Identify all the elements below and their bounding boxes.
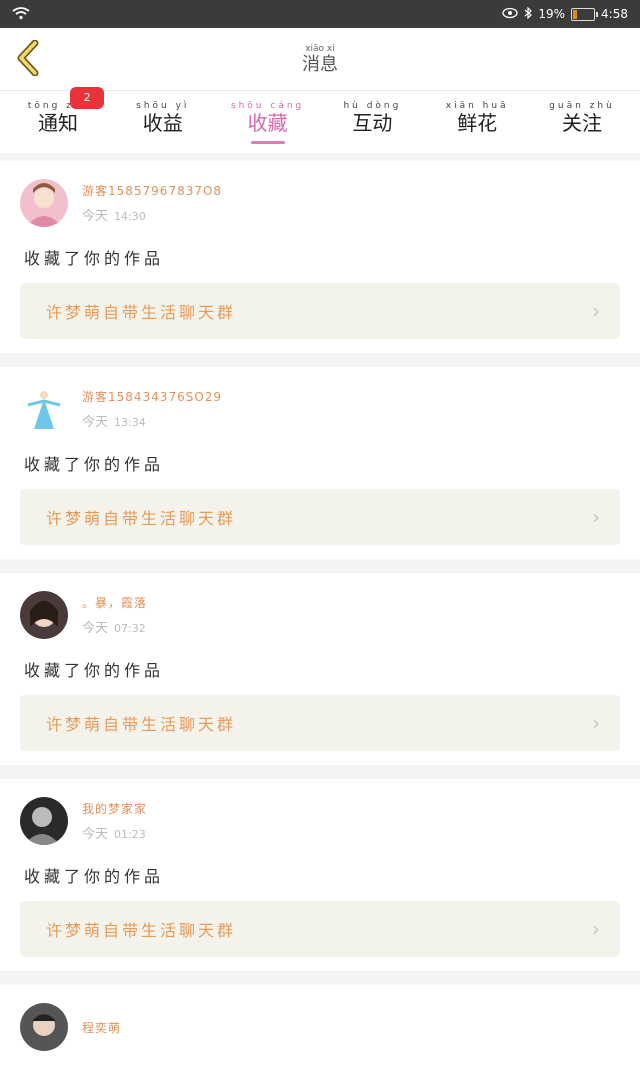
chevron-right-icon: › [592,711,600,735]
message-card: 程奕萌 [0,985,640,1065]
action-text: 收藏了你的作品 [24,867,165,886]
action-text: 收藏了你的作品 [24,455,165,474]
date-label: 今天 [82,415,109,430]
action-text: 收藏了你的作品 [24,661,165,680]
bluetooth-icon [524,6,533,22]
user-name[interactable]: 程奕萌 [82,1019,121,1036]
work-link[interactable]: 许梦萌自带生活聊天群 › [20,489,620,545]
action-text: 收藏了你的作品 [24,249,165,268]
user-name[interactable]: 游客158434376SO29 [82,388,222,405]
message-list: 游客15857967837O8 今天 14:30 收藏了你的作品 许梦萌自带生活… [0,161,640,1065]
user-avatar[interactable] [20,1003,68,1051]
message-card: 游客15857967837O8 今天 14:30 收藏了你的作品 许梦萌自带生活… [0,161,640,353]
back-arrow-icon [17,40,39,76]
message-card: 我的梦家家 今天 01:23 收藏了你的作品 许梦萌自带生活聊天群 › [0,779,640,971]
tab-bar: tōng zhī 通知 2 shōu yì 收益 shōu cáng 收藏 hù… [0,86,640,153]
battery-percent: 19% [538,7,566,21]
date-label: 今天 [82,621,109,636]
date-label: 今天 [82,827,109,842]
work-link[interactable]: 许梦萌自带生活聊天群 › [20,695,620,751]
battery-icon [571,7,599,21]
tab-follows[interactable]: guān zhù 关注 [536,101,628,144]
message-time: 01:23 [114,828,146,841]
user-name[interactable]: 游客15857967837O8 [82,182,222,199]
page-title: xiāo xi 消息 [302,43,338,75]
message-card: 游客158434376SO29 今天 13:34 收藏了你的作品 许梦萌自带生活… [0,367,640,559]
notification-badge: 2 [70,86,104,109]
user-avatar[interactable] [20,591,68,639]
message-time: 14:30 [114,210,146,223]
work-title: 许梦萌自带生活聊天群 [46,921,237,940]
user-name[interactable]: 我的梦家家 [82,800,147,817]
chevron-right-icon: › [592,917,600,941]
wifi-icon [12,6,30,23]
active-tab-indicator [250,140,285,144]
eye-icon [502,7,519,22]
work-link[interactable]: 许梦萌自带生活聊天群 › [20,901,620,957]
chevron-right-icon: › [592,505,600,529]
tab-favorites[interactable]: shōu cáng 收藏 [222,101,314,144]
work-title: 许梦萌自带生活聊天群 [46,509,237,528]
tab-notifications[interactable]: tōng zhī 通知 2 [12,86,104,144]
user-name[interactable]: 。暴，霞落 [82,594,147,611]
app-header: xiāo xi 消息 [0,28,640,91]
work-title: 许梦萌自带生活聊天群 [46,303,237,322]
status-bar: 19% 4:58 [0,0,640,28]
user-avatar[interactable] [20,797,68,845]
tab-flowers[interactable]: xiān huā 鲜花 [431,101,523,144]
back-button[interactable] [10,38,46,78]
user-avatar[interactable] [20,179,68,227]
message-time: 13:34 [114,416,146,429]
tab-earnings[interactable]: shōu yì 收益 [117,101,209,144]
work-link[interactable]: 许梦萌自带生活聊天群 › [20,283,620,339]
clock: 4:58 [601,7,628,21]
work-title: 许梦萌自带生活聊天群 [46,715,237,734]
dancer-avatar[interactable] [20,385,68,433]
tab-interactions[interactable]: hù dòng 互动 [326,101,418,144]
message-card: 。暴，霞落 今天 07:32 收藏了你的作品 许梦萌自带生活聊天群 › [0,573,640,765]
message-time: 07:32 [114,622,146,635]
date-label: 今天 [82,209,109,224]
chevron-right-icon: › [592,299,600,323]
